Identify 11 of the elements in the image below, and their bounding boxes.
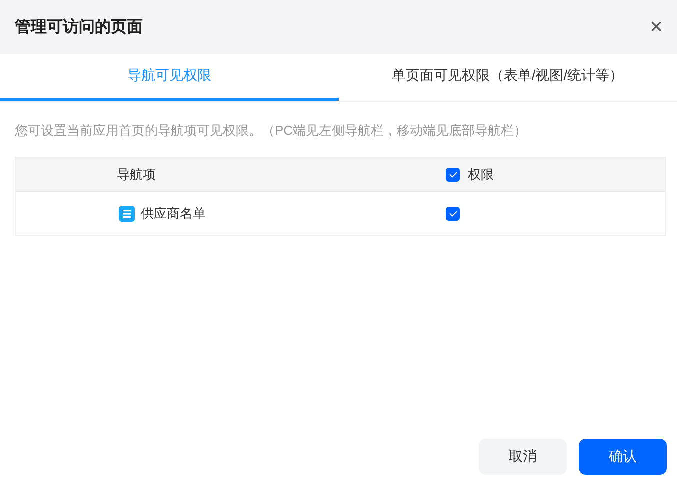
column-header: 权限 xyxy=(468,166,494,184)
nav-item-name: 供应商名单 xyxy=(141,204,206,222)
checkbox[interactable] xyxy=(446,206,460,220)
description-text: 您可设置当前应用首页的导航项可见权限。（PC端见左侧导航栏，移动端见底部导航栏） xyxy=(15,122,528,140)
list-icon xyxy=(119,206,135,222)
cancel-button[interactable]: 取消 xyxy=(479,439,567,475)
dialog-title: 管理可访问的页面 xyxy=(15,17,143,38)
column-header: 导航项 xyxy=(117,166,156,184)
checkbox[interactable] xyxy=(446,168,460,182)
confirm-button[interactable]: 确认 xyxy=(579,439,667,475)
close-button[interactable]: × xyxy=(648,16,665,38)
